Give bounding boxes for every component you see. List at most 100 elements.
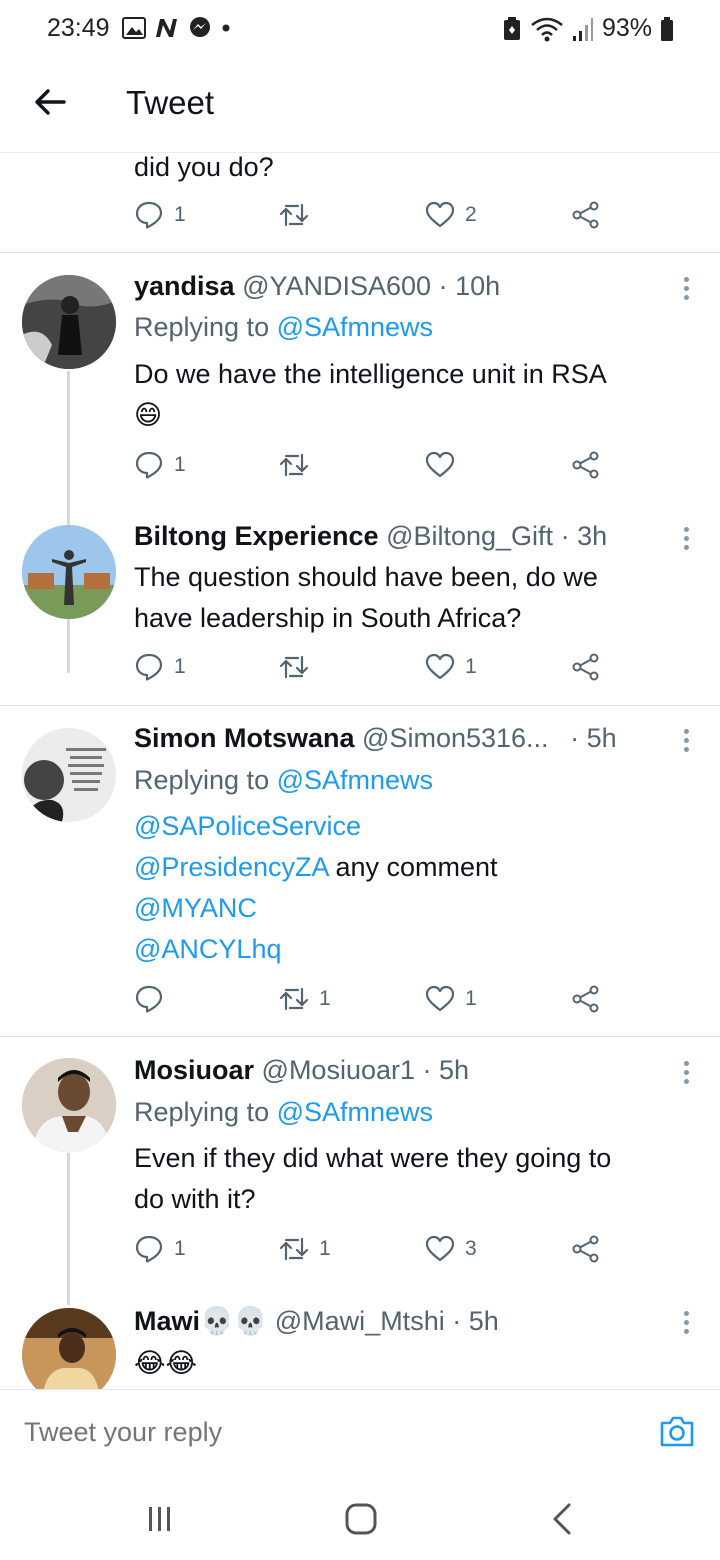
share-button[interactable]: [571, 200, 601, 230]
status-bar: 23:49 93%: [0, 0, 720, 60]
display-name[interactable]: yandisa: [134, 271, 235, 301]
home-icon[interactable]: [341, 1499, 381, 1539]
retweet-button[interactable]: 1: [279, 1234, 331, 1264]
tweet-body: Even if they did what were they going to…: [134, 1138, 694, 1220]
tweet-body: Do we have the intelligence unit in RSA …: [134, 354, 694, 436]
like-button[interactable]: 3: [425, 1234, 477, 1264]
mention-link[interactable]: @SAfmnews: [277, 765, 433, 795]
more-options-icon[interactable]: [684, 1061, 692, 1088]
system-icons: 93%: [502, 14, 674, 43]
divider: [0, 705, 720, 706]
handle[interactable]: @Biltong_Gift: [386, 521, 553, 551]
display-name[interactable]: Biltong Experience: [134, 521, 379, 551]
gallery-icon: [122, 17, 146, 39]
timestamp: · 3h: [560, 521, 608, 551]
display-name[interactable]: Mawi💀💀: [134, 1306, 267, 1336]
back-icon[interactable]: [543, 1499, 583, 1539]
like-button[interactable]: 1: [425, 984, 477, 1014]
mention-link[interactable]: @MYANC: [134, 893, 257, 923]
display-name[interactable]: Mosiuoar: [134, 1055, 254, 1085]
tweet-body: The question should have been, do we hav…: [134, 557, 694, 639]
handle[interactable]: @Mawi_Mtshi: [275, 1306, 445, 1336]
share-button[interactable]: [571, 652, 601, 682]
wifi-icon: [531, 17, 563, 41]
tweet-body: 😂😂: [134, 1343, 694, 1384]
timestamp: · 5h: [452, 1306, 499, 1336]
reply-count: 1: [174, 1237, 186, 1260]
more-options-icon[interactable]: [684, 277, 692, 304]
like-count: 1: [465, 655, 477, 678]
reply-button[interactable]: 1: [134, 200, 186, 230]
more-options-icon[interactable]: [684, 1311, 692, 1338]
retweet-button[interactable]: [279, 450, 319, 480]
avatar-image: [22, 1058, 116, 1152]
more-options-icon[interactable]: [684, 527, 692, 554]
retweet-icon: [279, 987, 309, 1011]
tweet-body: @SAPoliceService @PresidencyZA any comme…: [134, 806, 694, 970]
reply-icon: [135, 201, 163, 229]
retweet-button[interactable]: [279, 652, 319, 682]
replying-to-label: Replying to: [134, 312, 277, 342]
avatar-image: [22, 525, 116, 619]
mention-link[interactable]: @PresidencyZA: [134, 852, 328, 882]
display-name[interactable]: Simon Motswana: [134, 723, 355, 753]
like-count: 1: [465, 987, 477, 1010]
like-count: 2: [465, 203, 477, 226]
timestamp: · 5h: [422, 1055, 470, 1085]
reply-feed[interactable]: did you do? 1 2 yandisa @YANDISA600 · 10…: [0, 153, 720, 1389]
recent-apps-icon[interactable]: [140, 1499, 180, 1539]
reply-button[interactable]: [134, 984, 174, 1014]
heart-icon: [425, 451, 455, 478]
retweet-icon: [279, 655, 309, 679]
reply-composer: [0, 1389, 720, 1470]
share-button[interactable]: [571, 1234, 601, 1264]
like-button[interactable]: [425, 450, 465, 480]
reply-icon: [135, 451, 163, 479]
avatar[interactable]: [22, 525, 116, 619]
reply-button[interactable]: 1: [134, 652, 186, 682]
n-app-icon: [156, 19, 177, 37]
retweet-button[interactable]: [279, 200, 319, 230]
tweet-header: Biltong Experience @Biltong_Gift · 3h: [134, 521, 607, 552]
retweet-button[interactable]: 1: [279, 984, 331, 1014]
avatar[interactable]: [22, 1308, 116, 1389]
tweet-text: 😂😂: [134, 1348, 198, 1378]
like-button[interactable]: 1: [425, 652, 477, 682]
like-count: 3: [465, 1237, 477, 1260]
reply-input[interactable]: [22, 1416, 626, 1449]
avatar[interactable]: [22, 275, 116, 369]
camera-icon[interactable]: [658, 1412, 696, 1450]
reply-button[interactable]: 1: [134, 450, 186, 480]
avatar[interactable]: [22, 1058, 116, 1152]
heart-icon: [425, 653, 455, 680]
heart-icon: [425, 1235, 455, 1262]
more-options-icon[interactable]: [684, 729, 692, 756]
share-button[interactable]: [571, 984, 601, 1014]
battery-saver-icon: [503, 16, 520, 40]
mention-link[interactable]: @SAfmnews: [277, 1097, 433, 1127]
battery-icon: [661, 16, 673, 41]
like-button[interactable]: 2: [425, 200, 477, 230]
emoji: 😄: [134, 400, 163, 430]
avatar[interactable]: [22, 728, 116, 822]
replying-to-label: Replying to: [134, 1097, 277, 1127]
mention-link[interactable]: @SAfmnews: [277, 312, 433, 342]
reply-button[interactable]: 1: [134, 1234, 186, 1264]
mention-link[interactable]: @SAPoliceService: [134, 811, 361, 841]
share-icon: [572, 653, 599, 681]
thread-line: [67, 1153, 70, 1305]
handle[interactable]: @Simon5316...: [362, 723, 549, 753]
retweet-icon: [279, 1237, 309, 1261]
page-title: Tweet: [126, 84, 215, 121]
tweet-header: Mawi💀💀 @Mawi_Mtshi · 5h: [134, 1305, 499, 1337]
share-button[interactable]: [571, 450, 601, 480]
handle[interactable]: @YANDISA600: [242, 271, 431, 301]
tweet-actions: 1 1: [134, 652, 720, 688]
mention-link[interactable]: @ANCYLhq: [134, 934, 281, 964]
reply-count: 1: [174, 203, 186, 226]
back-arrow-icon[interactable]: [32, 84, 68, 120]
avatar-image: [22, 1308, 116, 1389]
thread-line: [67, 371, 70, 673]
replying-to-label: Replying to: [134, 765, 277, 795]
handle[interactable]: @Mosiuoar1: [262, 1055, 415, 1085]
